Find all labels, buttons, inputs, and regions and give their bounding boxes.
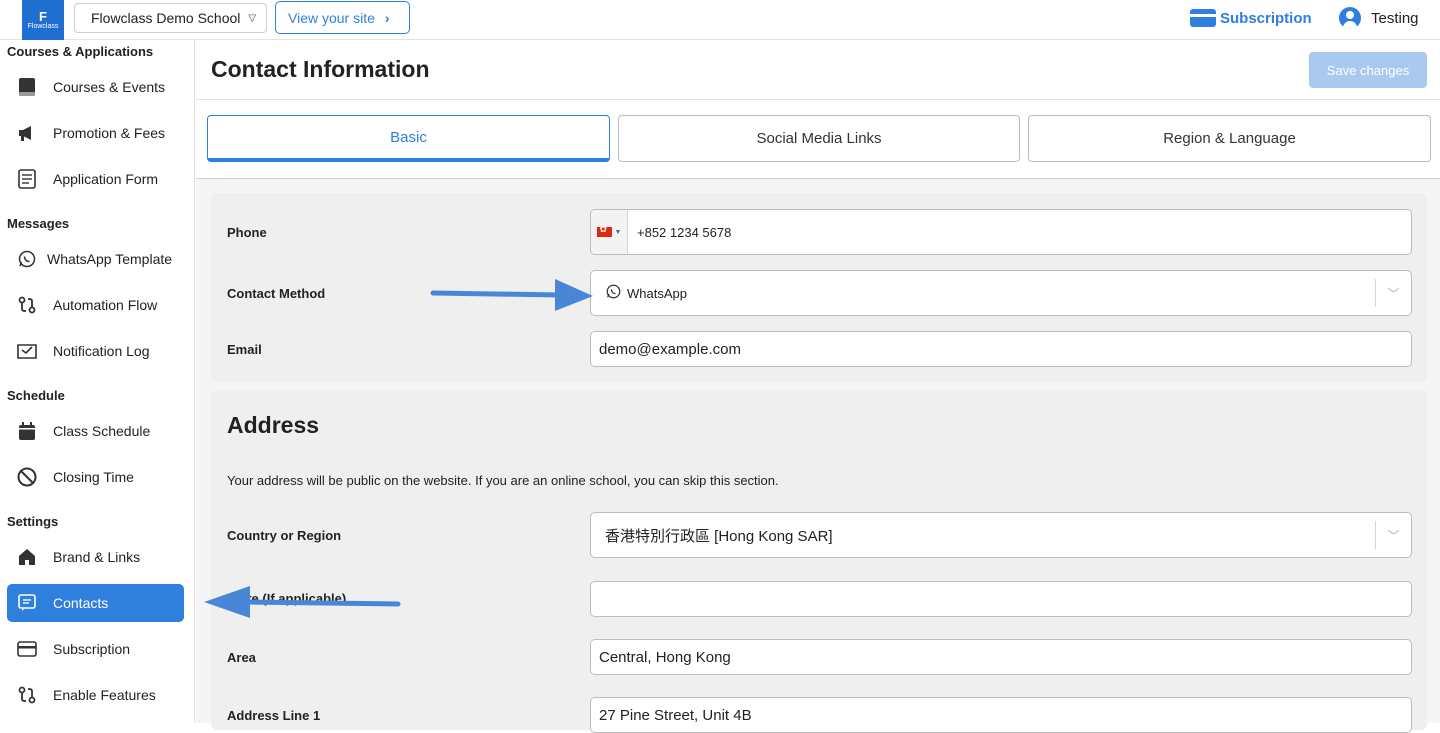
contact-method-label: Contact Method xyxy=(227,286,326,301)
page-title: Contact Information xyxy=(211,56,430,82)
inbox-icon xyxy=(16,340,38,362)
view-site-button[interactable]: View your site › xyxy=(275,1,410,34)
contact-method-value: WhatsApp xyxy=(627,285,687,301)
sidebar-section-courses: Courses & Applications xyxy=(7,44,154,59)
user-name: Testing xyxy=(1371,9,1419,27)
user-avatar-icon xyxy=(1339,7,1361,29)
sidebar-item-courses-events[interactable]: Courses & Events xyxy=(7,68,184,106)
sidebar-item-label: Closing Time xyxy=(53,469,134,485)
ban-icon xyxy=(16,466,38,488)
state-label: State (If applicable) xyxy=(227,591,347,606)
home-icon xyxy=(16,546,38,568)
sidebar-item-label: Courses & Events xyxy=(53,79,166,95)
sidebar-item-label: Subscription xyxy=(53,641,131,657)
sidebar-item-enable-features[interactable]: Enable Features xyxy=(7,676,184,714)
country-code-selector[interactable]: ▼ xyxy=(591,210,628,254)
sidebar-item-closing-time[interactable]: Closing Time xyxy=(7,458,184,496)
sidebar-item-class-schedule[interactable]: Class Schedule xyxy=(7,412,184,450)
logo-text: Flowclass xyxy=(27,22,59,30)
address-title: Address xyxy=(227,412,320,438)
tab-basic[interactable]: Basic xyxy=(207,115,610,162)
phone-value: +852 1234 5678 xyxy=(637,224,732,240)
sidebar-section-schedule: Schedule xyxy=(7,388,65,403)
credit-card-icon xyxy=(1190,9,1216,27)
flow-icon xyxy=(16,294,38,316)
contact-method-select[interactable]: WhatsApp ﹀ xyxy=(590,270,1412,316)
sidebar: Courses & Applications Courses & Events … xyxy=(0,40,195,723)
area-field[interactable]: Central, Hong Kong xyxy=(590,639,1412,675)
sidebar-item-brand-links[interactable]: Brand & Links xyxy=(7,538,184,576)
sidebar-item-notification-log[interactable]: Notification Log xyxy=(7,332,184,370)
sidebar-item-promotion-fees[interactable]: Promotion & Fees xyxy=(7,114,184,152)
sidebar-item-label: Promotion & Fees xyxy=(53,125,166,141)
address-panel xyxy=(211,390,1427,730)
flow-icon xyxy=(16,684,38,706)
save-changes-button[interactable]: Save changes xyxy=(1309,52,1427,88)
view-site-label: View your site xyxy=(288,9,375,26)
user-menu[interactable]: Testing xyxy=(1339,6,1419,30)
whatsapp-icon xyxy=(16,248,38,270)
sidebar-item-contacts[interactable]: Contacts xyxy=(7,584,184,622)
sidebar-section-settings: Settings xyxy=(7,514,59,529)
sidebar-item-automation-flow[interactable]: Automation Flow xyxy=(7,286,184,324)
sidebar-item-label: Notification Log xyxy=(53,343,150,359)
chevron-down-icon: ▽ xyxy=(248,12,257,24)
caret-down-icon: ▼ xyxy=(614,228,622,236)
sidebar-item-label: Automation Flow xyxy=(53,297,158,313)
top-bar: F Flowclass Flowclass Demo School ▽ View… xyxy=(0,0,1440,40)
contact-icon xyxy=(16,592,38,614)
calendar-icon xyxy=(16,420,38,442)
flowclass-logo[interactable]: F Flowclass xyxy=(22,0,64,40)
tab-region-language[interactable]: Region & Language xyxy=(1028,115,1431,162)
chevron-down-icon: ﹀ xyxy=(1375,521,1411,549)
hong-kong-flag-icon xyxy=(596,224,612,237)
sidebar-item-application-form[interactable]: Application Form xyxy=(7,160,184,198)
state-field[interactable] xyxy=(590,581,1412,617)
phone-label: Phone xyxy=(227,225,267,240)
school-name: Flowclass Demo School xyxy=(91,10,241,26)
sidebar-item-label: Enable Features xyxy=(53,687,156,703)
sidebar-item-label: Contacts xyxy=(53,595,109,611)
header-divider xyxy=(196,99,1440,100)
subscription-label: Subscription xyxy=(1220,9,1312,27)
book-icon xyxy=(16,76,38,98)
sidebar-item-label: Application Form xyxy=(53,171,159,187)
country-value: 香港特別行政區 [Hong Kong SAR] xyxy=(605,527,833,545)
sidebar-item-label: WhatsApp Template xyxy=(47,251,173,267)
megaphone-icon xyxy=(16,122,38,144)
subscription-link[interactable]: Subscription xyxy=(1190,6,1312,30)
country-select[interactable]: 香港特別行政區 [Hong Kong SAR] ﹀ xyxy=(590,512,1412,558)
sidebar-item-label: Class Schedule xyxy=(53,423,151,439)
sidebar-item-whatsapp-template[interactable]: WhatsApp Template xyxy=(7,240,184,278)
whatsapp-icon xyxy=(606,284,621,303)
chevron-down-icon: ﹀ xyxy=(1375,279,1411,307)
form-icon xyxy=(16,168,38,190)
email-field[interactable]: demo@example.com xyxy=(590,331,1412,367)
sidebar-item-label: Brand & Links xyxy=(53,549,141,565)
phone-field[interactable]: ▼ +852 1234 5678 xyxy=(590,209,1412,255)
card-icon xyxy=(16,638,38,660)
country-label: Country or Region xyxy=(227,528,342,543)
address-description: Your address will be public on the websi… xyxy=(227,473,779,488)
address-line1-field[interactable]: 27 Pine Street, Unit 4B xyxy=(590,697,1412,733)
email-label: Email xyxy=(227,342,262,357)
logo-mark-icon: F xyxy=(39,8,47,24)
sidebar-section-messages: Messages xyxy=(7,216,70,231)
area-label: Area xyxy=(227,650,256,665)
chevron-right-icon: › xyxy=(384,9,390,26)
address-line1-label: Address Line 1 xyxy=(227,708,321,723)
sidebar-item-subscription[interactable]: Subscription xyxy=(7,630,184,668)
tab-social-media-links[interactable]: Social Media Links xyxy=(618,115,1020,162)
school-selector[interactable]: Flowclass Demo School ▽ xyxy=(74,3,267,33)
